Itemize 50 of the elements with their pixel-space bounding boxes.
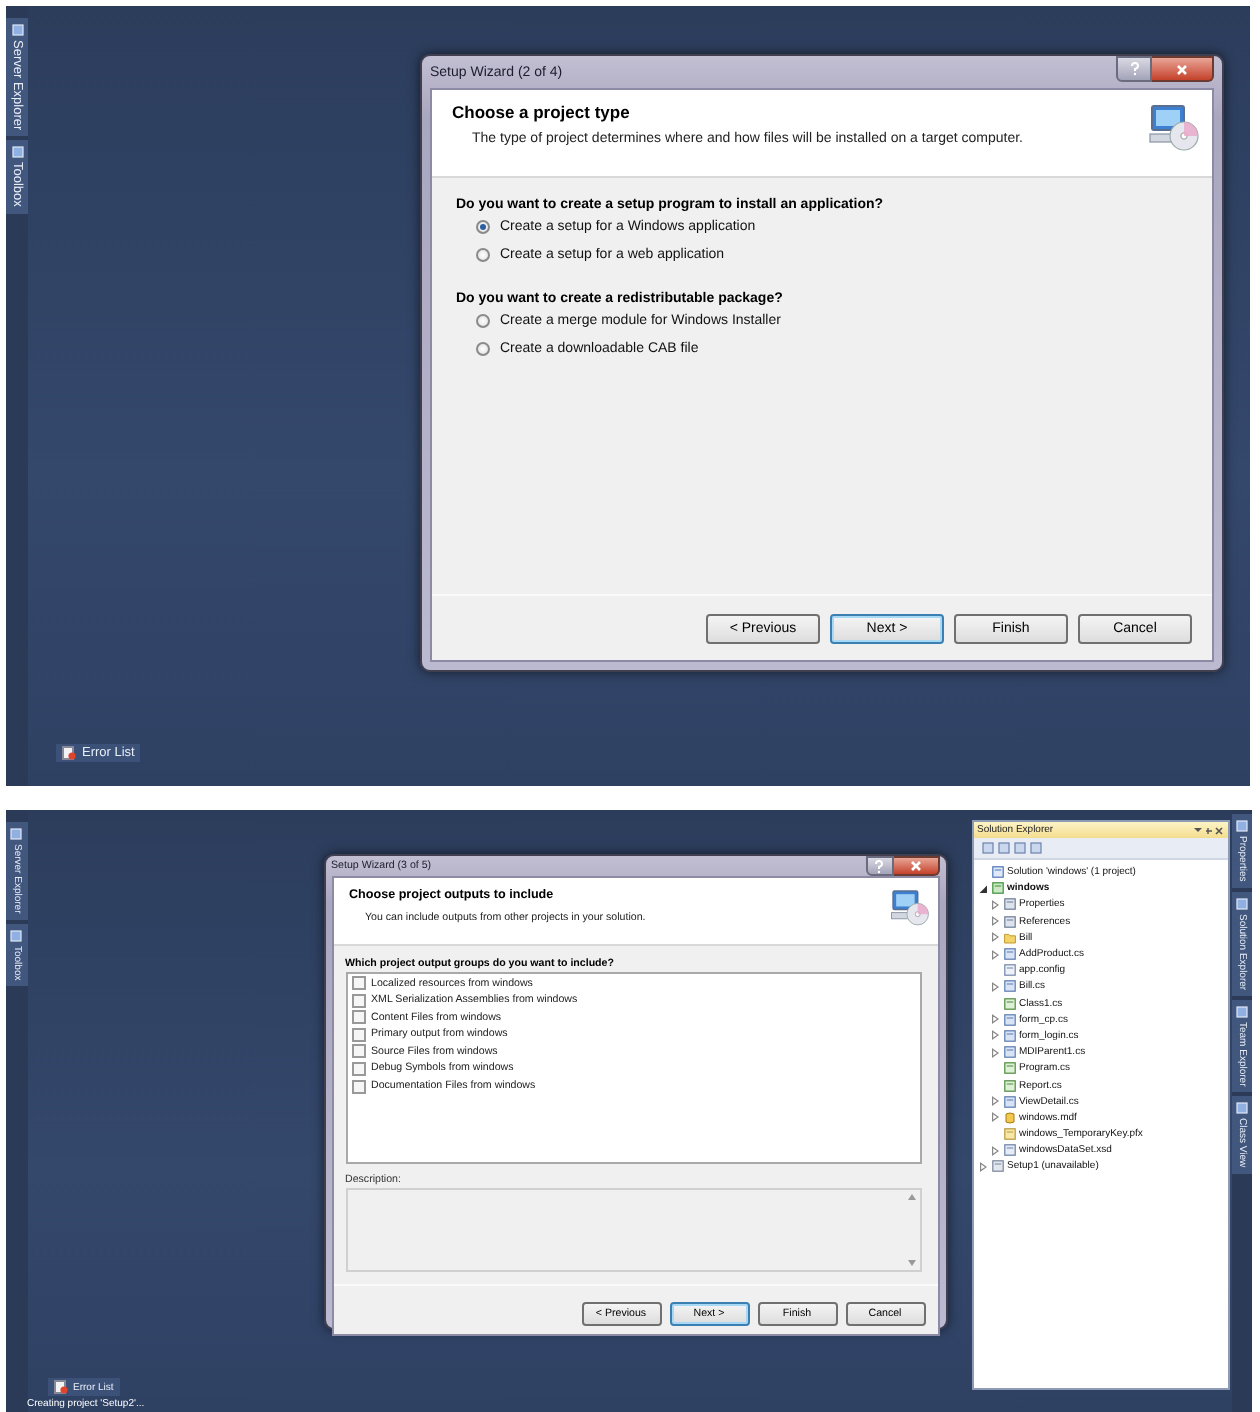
expand-arrow-icon[interactable] xyxy=(989,932,999,943)
expand-arrow-icon[interactable] xyxy=(989,981,999,992)
tool-icon xyxy=(1235,1102,1248,1115)
tool-icon xyxy=(11,146,23,159)
wizard-heading: Choose a project type xyxy=(452,102,632,122)
close-icon xyxy=(909,860,921,872)
radio-button[interactable] xyxy=(476,314,490,328)
expand-arrow-icon[interactable] xyxy=(989,1112,999,1123)
expand-arrow-icon[interactable] xyxy=(989,916,999,927)
tool-icon xyxy=(1235,897,1248,910)
folder-icon xyxy=(1003,931,1015,944)
help-icon xyxy=(874,859,884,873)
radio-button[interactable] xyxy=(476,342,490,356)
checkbox[interactable] xyxy=(351,993,365,1008)
radio-button[interactable] xyxy=(476,248,490,262)
expand-arrow-icon[interactable] xyxy=(989,1145,999,1156)
expand-arrow-icon[interactable] xyxy=(989,1030,999,1041)
collapse-arrow-icon[interactable] xyxy=(977,883,987,894)
checkbox[interactable] xyxy=(351,1027,365,1042)
close-button[interactable] xyxy=(1152,56,1214,82)
help-icon xyxy=(1129,62,1139,76)
scroll-up-icon[interactable] xyxy=(907,1194,915,1200)
expand-arrow-icon[interactable] xyxy=(989,1014,999,1025)
expand-arrow-icon[interactable] xyxy=(989,1047,999,1058)
scroll-down-icon[interactable] xyxy=(907,1260,915,1266)
help-button[interactable] xyxy=(1116,56,1152,82)
close-button[interactable] xyxy=(893,856,939,876)
checkbox[interactable] xyxy=(351,1061,365,1076)
expand-arrow-icon[interactable] xyxy=(977,1161,987,1172)
tool-icon xyxy=(10,828,23,840)
database-icon xyxy=(1003,1111,1015,1124)
tool-icon xyxy=(1235,1005,1248,1018)
help-button[interactable] xyxy=(865,856,893,876)
expand-arrow-icon[interactable] xyxy=(989,899,999,910)
computer-disc-icon xyxy=(1148,102,1200,154)
checkbox[interactable] xyxy=(351,1079,365,1094)
checkbox[interactable] xyxy=(351,1044,365,1059)
computer-disc-icon xyxy=(889,888,929,928)
tool-icon xyxy=(11,24,23,36)
expand-arrow-icon[interactable] xyxy=(989,949,999,960)
close-icon[interactable] xyxy=(1214,825,1225,835)
checkbox[interactable] xyxy=(351,976,365,990)
error-list-icon xyxy=(62,746,76,760)
radio-button[interactable] xyxy=(476,220,490,234)
tool-icon xyxy=(10,929,23,942)
error-list-icon xyxy=(53,1380,67,1394)
close-icon xyxy=(1176,63,1188,75)
tool-icon xyxy=(1235,820,1248,832)
checkbox[interactable] xyxy=(351,1010,365,1025)
expand-arrow-icon[interactable] xyxy=(989,1096,999,1107)
